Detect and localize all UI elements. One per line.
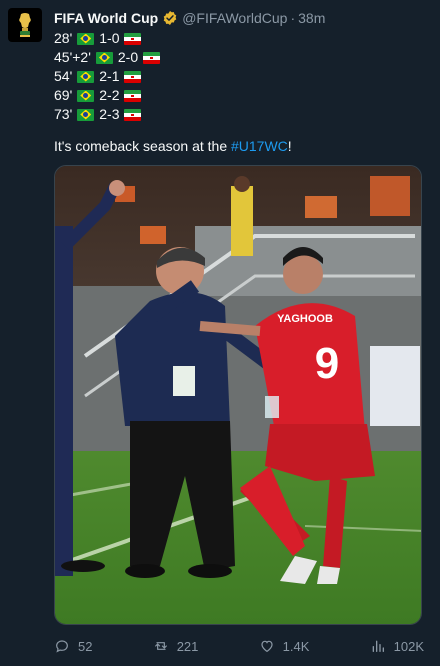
score: 2-0 [117,49,139,65]
reply-icon [56,640,68,653]
score: 2-1 [99,68,120,84]
jersey-number: 9 [315,339,339,388]
fifa-trophy-icon [19,13,31,37]
score-line: 54' 2-1 [54,67,165,86]
retweet-button[interactable]: 221 [153,638,199,654]
tweet-text-end: ! [287,138,292,154]
views-button[interactable]: 102K [370,638,424,654]
retweet-count: 221 [176,638,199,654]
avatar[interactable] [8,8,42,42]
iran-flag-icon [143,51,161,64]
scoreline-list: 28' 1-0 45'+2' 2-0 54' 2-1 69' 2-2 73' 2… [54,29,165,124]
score-line: 45'+2' 2-0 [54,48,165,67]
jersey-name: YAGHOOB [277,313,333,325]
tweet-header: FIFA World Cup @FIFAWorldCup · 38m [54,9,432,27]
brazil-flag-icon [77,108,95,121]
brazil-flag-icon [77,70,95,83]
reply-button[interactable]: 52 [54,638,92,654]
score: 2-3 [99,106,120,122]
score-line: 73' 2-3 [54,105,165,124]
separator-dot: · [290,10,296,26]
goal-minute: 28' [54,30,73,46]
goal-minute: 73' [54,106,73,122]
iran-flag-icon [124,70,142,83]
brazil-flag-icon [77,32,95,45]
like-count: 1.4K [282,638,310,654]
reply-count: 52 [78,638,93,654]
tweet-photo[interactable]: YAGHOOB 9 [54,165,422,625]
hashtag-link[interactable]: #U17WC [231,138,288,154]
score: 2-2 [99,87,120,103]
views-count: 102K [393,638,424,654]
account-handle[interactable]: @FIFAWorldCup [182,9,287,27]
goal-minute: 54' [54,68,73,84]
iran-flag-icon [124,89,142,102]
brazil-flag-icon [95,51,113,64]
score: 1-0 [99,30,120,46]
tweet-text: It's comeback season at the #U17WC! [54,137,292,155]
celebration-photo: YAGHOOB 9 [55,166,421,624]
tweet-actions: 52 221 1.4K 102K [54,637,424,655]
brazil-flag-icon [77,89,95,102]
account-name[interactable]: FIFA World Cup [54,9,158,27]
iran-flag-icon [124,32,142,45]
score-line: 69' 2-2 [54,86,165,105]
goal-minute: 69' [54,87,73,103]
like-button[interactable]: 1.4K [259,638,310,654]
retweet-icon [154,642,167,650]
timestamp[interactable]: 38m [298,9,325,27]
heart-icon [261,640,273,653]
tweet-text-body: It's comeback season at the [54,138,231,154]
iran-flag-icon [124,108,142,121]
verified-badge-icon [162,10,178,26]
goal-minute: 45'+2' [54,49,91,65]
views-icon [372,640,384,652]
score-line: 28' 1-0 [54,29,165,48]
